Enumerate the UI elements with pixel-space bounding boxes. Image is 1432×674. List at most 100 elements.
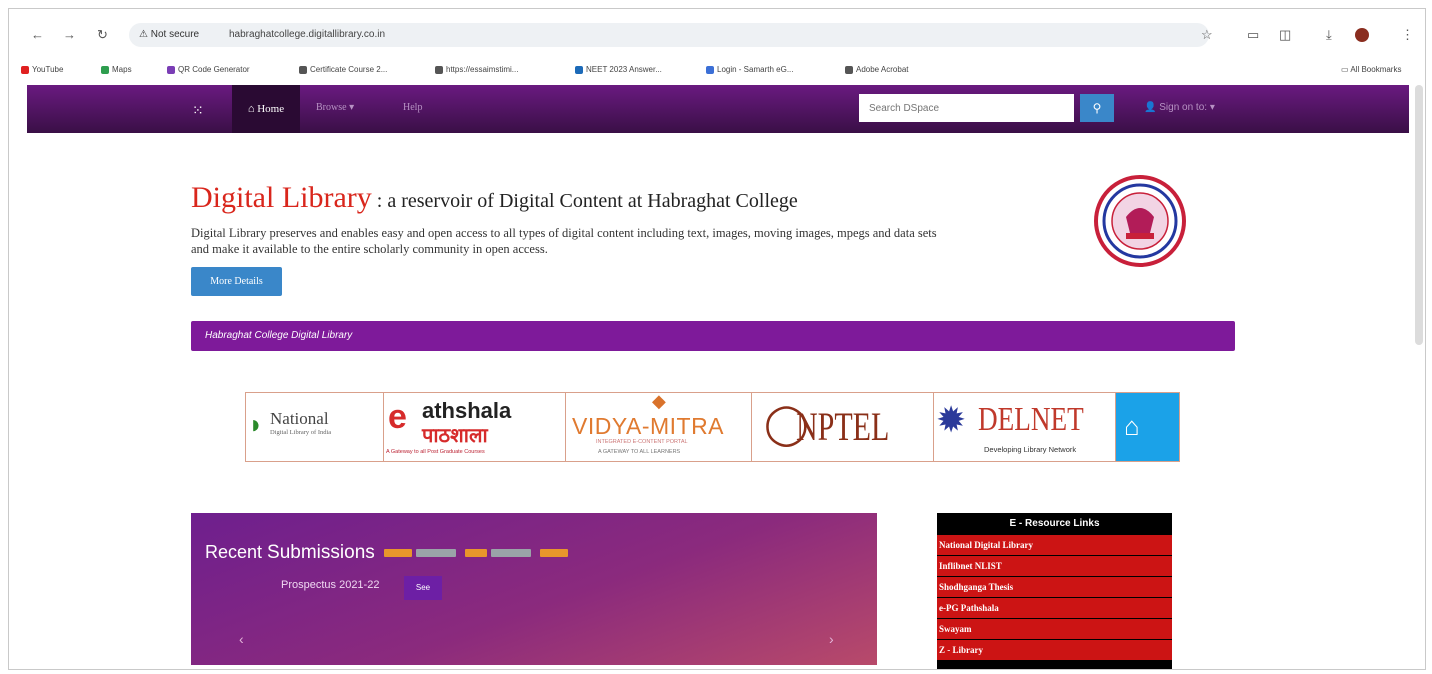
globe-icon xyxy=(845,65,853,74)
page-scrollbar[interactable] xyxy=(1415,85,1423,345)
carousel-next-icon[interactable]: › xyxy=(829,631,834,647)
bookmark-label: https://essaimstimi... xyxy=(446,65,519,74)
search-icon: ⚲ xyxy=(1092,101,1102,115)
epathshala-logo[interactable]: e athshala पाठशाला A Gateway to all Post… xyxy=(384,393,566,461)
nav-browse[interactable]: Browse ▾ xyxy=(316,102,354,113)
forward-icon[interactable]: → xyxy=(63,27,76,42)
virtual-learning-logo[interactable]: ⌂ xyxy=(1116,393,1179,461)
bookmark-maps[interactable]: Maps xyxy=(101,65,132,74)
delnet-mark-icon: ✹ xyxy=(936,399,967,440)
folder-icon: ▭ xyxy=(1341,65,1351,74)
nav-home-label: Home xyxy=(257,103,285,115)
recent-submissions-title: Recent Submissions xyxy=(205,542,568,564)
browser-window: ← → ↻ ⚠ Not secure habraghatcollege.digi… xyxy=(8,8,1426,670)
download-icon[interactable]: ⤓ xyxy=(1326,27,1332,43)
title-digital-library: Digital Library xyxy=(191,181,372,214)
vidyamitra-logo[interactable]: ◆ VIDYA-MITRA INTEGRATED E-CONTENT PORTA… xyxy=(566,393,752,461)
badge xyxy=(415,549,456,558)
caret-down-icon: ▾ xyxy=(1209,102,1215,113)
menu-icon[interactable]: ⋮ xyxy=(1401,27,1414,43)
ndl-text: National xyxy=(270,409,329,428)
epathshala-mark-icon: e xyxy=(388,398,407,436)
ndl-mark-icon: ◗ xyxy=(248,409,264,439)
eresource-link[interactable]: Inflibnet NLIST xyxy=(937,556,1172,576)
more-details-button[interactable]: More Details xyxy=(191,267,282,296)
bookmark-samarth[interactable]: Login - Samarth eG... xyxy=(706,65,793,74)
eresource-link[interactable]: National Digital Library xyxy=(937,535,1172,555)
reload-icon[interactable]: ↻ xyxy=(97,27,108,43)
eresource-link[interactable]: Shodhganga Thesis xyxy=(937,577,1172,597)
star-icon[interactable]: ☆ xyxy=(1201,27,1213,43)
search-button[interactable]: ⚲ xyxy=(1080,94,1114,122)
eresource-link[interactable]: e-PG Pathshala xyxy=(937,598,1172,618)
badge xyxy=(464,549,487,558)
youtube-icon xyxy=(21,65,29,74)
bookmark-qr[interactable]: QR Code Generator xyxy=(167,65,250,74)
submission-item[interactable]: Prospectus 2021-22 xyxy=(281,579,379,591)
ndl-logo[interactable]: ◗ National Digital Library of India xyxy=(246,393,384,461)
nptel-logo[interactable]: ◯ NPTEL xyxy=(752,393,934,461)
college-emblem xyxy=(1094,175,1186,267)
dspace-logo-icon[interactable]: ⁙ xyxy=(192,102,204,119)
bookmark-label: Adobe Acrobat xyxy=(856,65,909,74)
back-icon[interactable]: ← xyxy=(31,27,44,42)
hero-description: Digital Library preserves and enables ea… xyxy=(191,226,937,256)
all-bookmarks-label: All Bookmarks xyxy=(1350,65,1402,74)
url-text[interactable]: habraghatcollege.digitallibrary.co.in xyxy=(229,23,385,47)
title-subtitle: : a reservoir of Digital Content at Habr… xyxy=(371,190,798,212)
submissions-label: Submissions xyxy=(267,542,375,563)
bookmark-certificate[interactable]: Certificate Course 2... xyxy=(299,65,387,74)
mortarboard-icon xyxy=(575,65,583,74)
eresource-logo-strip: ◗ National Digital Library of India e at… xyxy=(245,392,1180,462)
recent-submissions-carousel: Recent Submissions Prospectus 2021-22 Se… xyxy=(191,513,877,665)
eresource-heading: E - Resource Links xyxy=(1009,518,1100,529)
sign-in-label: Sign on to: xyxy=(1159,102,1208,113)
page-icon xyxy=(435,65,443,74)
eresource-link[interactable]: Swayam xyxy=(937,619,1172,639)
eresource-links-panel: E - Resource Links National Digital Libr… xyxy=(937,513,1172,669)
carousel-prev-icon[interactable]: ‹ xyxy=(239,631,244,647)
globe-icon xyxy=(299,65,307,74)
login-icon xyxy=(706,65,714,74)
epathshala-hindi-text: पाठशाला xyxy=(422,425,488,447)
see-button[interactable]: See xyxy=(404,576,442,600)
eresource-link[interactable]: Z - Library xyxy=(937,640,1172,660)
search-input[interactable] xyxy=(859,94,1074,122)
bookmark-neet[interactable]: NEET 2023 Answer... xyxy=(575,65,662,74)
nptel-text: NPTEL xyxy=(796,404,890,449)
bookmark-label: QR Code Generator xyxy=(178,65,250,74)
library-banner: Habraghat College Digital Library xyxy=(191,321,1235,351)
site-navbar: ⁙ ⌂ Home Browse ▾ Help ⚲ 👤 Sign on to: ▾ xyxy=(27,85,1409,133)
profile-avatar[interactable] xyxy=(1355,28,1369,42)
recent-label: Recent xyxy=(205,542,268,562)
caret-down-icon: ▾ xyxy=(349,102,355,113)
nav-help[interactable]: Help xyxy=(403,102,422,113)
vidyamitra-subtext-2: A GATEWAY TO ALL LEARNERS xyxy=(598,449,681,455)
all-bookmarks[interactable]: ▭ All Bookmarks xyxy=(1341,65,1401,74)
badge xyxy=(490,549,531,558)
delnet-logo[interactable]: ✹ DELNET Developing Library Network xyxy=(934,393,1116,461)
bookmark-label: NEET 2023 Answer... xyxy=(586,65,662,74)
tab-search-icon[interactable]: ▭ xyxy=(1247,27,1259,43)
not-secure-indicator[interactable]: ⚠ Not secure xyxy=(139,23,199,47)
bookmark-essaim[interactable]: https://essaimstimi... xyxy=(435,65,518,74)
building-icon: ⌂ xyxy=(1124,411,1140,441)
sign-in-menu[interactable]: 👤 Sign on to: ▾ xyxy=(1144,102,1215,113)
address-bar[interactable]: ⚠ Not secure habraghatcollege.digitallib… xyxy=(129,23,1209,47)
bookmark-youtube[interactable]: YouTube xyxy=(21,65,63,74)
bookmarks-bar: YouTube Maps QR Code Generator Certifica… xyxy=(9,61,1425,81)
badge xyxy=(539,549,568,558)
user-icon: 👤 xyxy=(1144,102,1160,113)
ndl-subtext: Digital Library of India xyxy=(270,429,332,436)
browser-toolbar: ← → ↻ ⚠ Not secure habraghatcollege.digi… xyxy=(9,9,1425,59)
maps-icon xyxy=(101,65,109,74)
nav-home[interactable]: ⌂ Home xyxy=(232,85,300,133)
bookmark-acrobat[interactable]: Adobe Acrobat xyxy=(845,65,908,74)
delnet-text: DELNET xyxy=(978,401,1084,438)
vidyamitra-text: VIDYA-MITRA xyxy=(572,413,725,439)
extensions-icon[interactable]: ◫ xyxy=(1279,27,1291,43)
vidyamitra-subtext-1: INTEGRATED E-CONTENT PORTAL xyxy=(596,439,688,445)
bookmark-label: Login - Samarth eG... xyxy=(717,65,794,74)
qr-icon xyxy=(167,65,175,74)
bookmark-label: Certificate Course 2... xyxy=(310,65,388,74)
